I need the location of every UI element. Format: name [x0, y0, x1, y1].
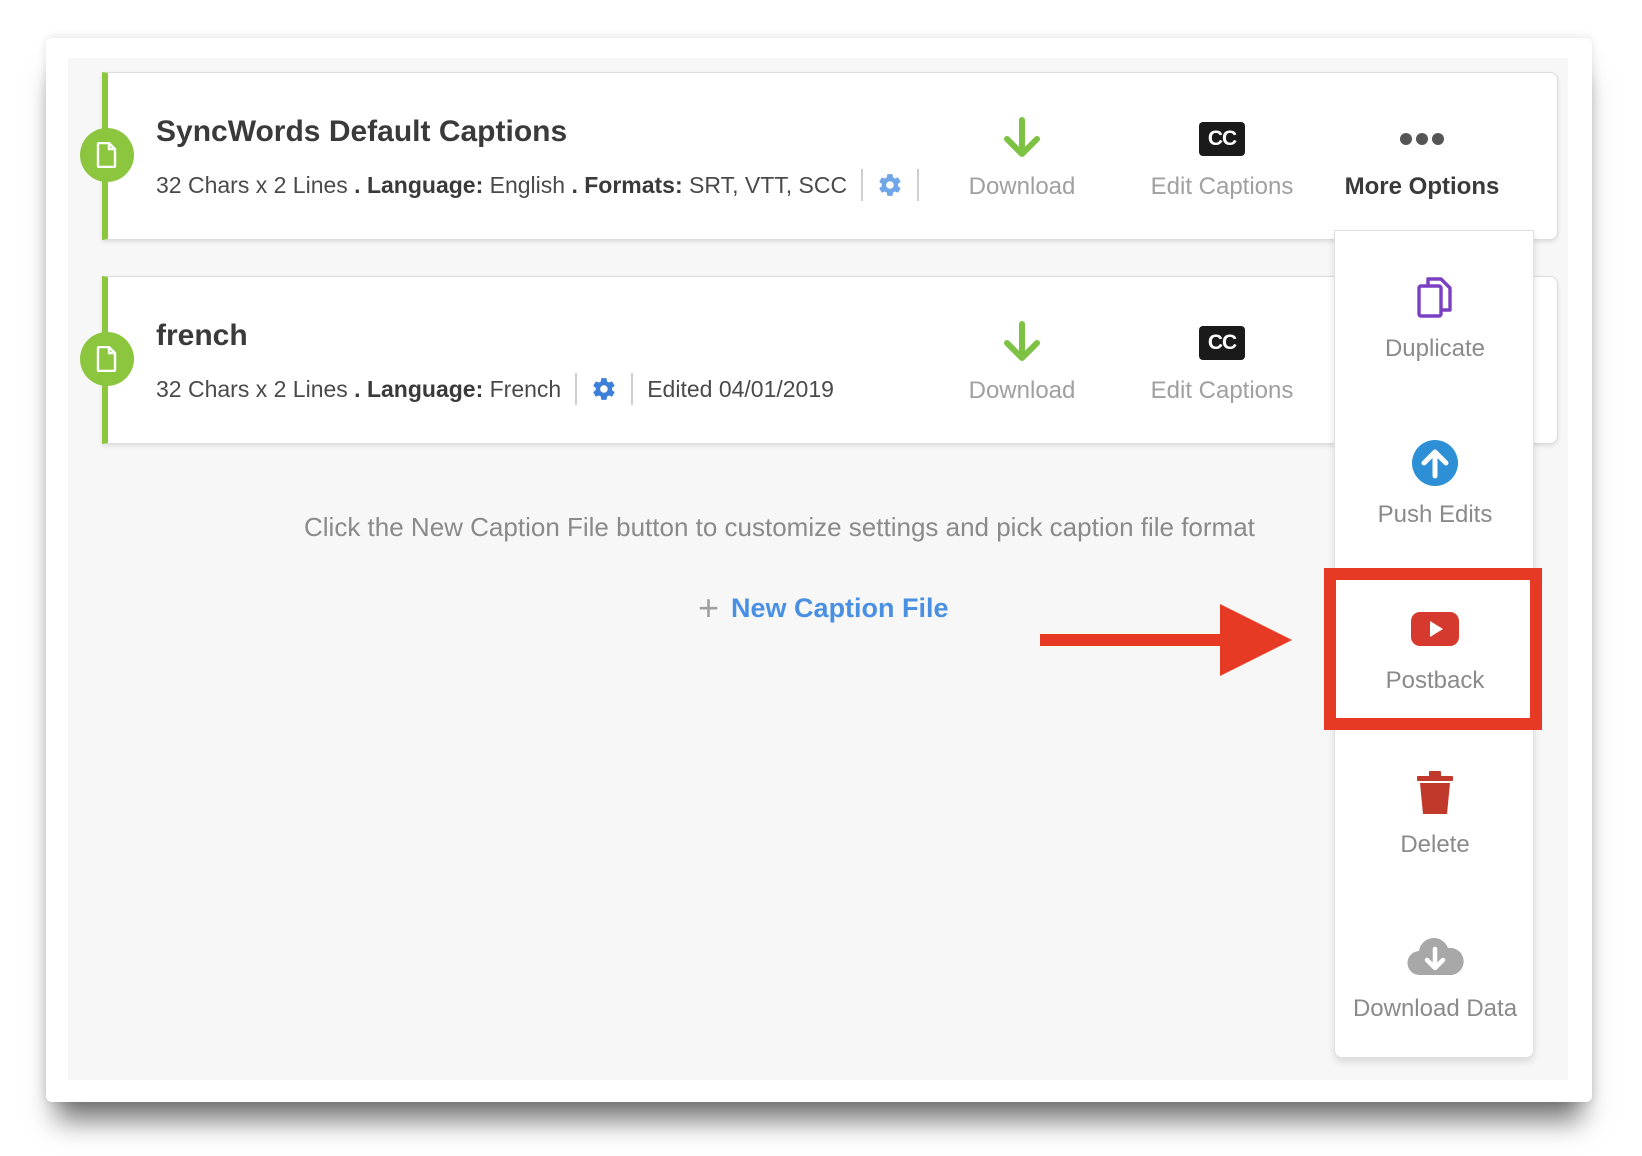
plus-icon: + — [698, 587, 720, 628]
edit-captions-label: Edit Captions — [1150, 377, 1294, 404]
separator-dot: . — [347, 375, 367, 402]
divider — [631, 373, 634, 405]
gear-icon[interactable] — [591, 376, 617, 402]
download-arrow-icon — [922, 313, 1122, 373]
download-data-label: Download Data — [1352, 995, 1518, 1022]
chars-info: 32 Chars x 2 Lines — [156, 375, 348, 402]
divider — [861, 169, 864, 201]
duplicate-icon — [1335, 267, 1535, 327]
language-value: French — [489, 375, 562, 402]
formats-value: SRT, VTT, SCC — [689, 171, 848, 198]
more-options-label: More Options — [1344, 173, 1500, 200]
caption-card: SyncWords Default Captions 32 Chars x 2 … — [80, 72, 1558, 240]
download-label: Download — [968, 173, 1076, 200]
hint-text: Click the New Caption File button to cus… — [304, 512, 1255, 542]
duplicate-label: Duplicate — [1384, 335, 1486, 362]
caption-title: french — [156, 319, 248, 352]
download-button[interactable]: Download — [922, 313, 1122, 405]
menu-item-duplicate[interactable]: Duplicate — [1335, 267, 1535, 363]
new-caption-file-label: New Caption File — [731, 592, 949, 623]
menu-item-push-edits[interactable]: Push Edits — [1335, 433, 1535, 529]
youtube-icon — [1335, 599, 1535, 659]
edit-captions-button[interactable]: CC Edit Captions — [1122, 313, 1322, 405]
gear-icon[interactable] — [877, 172, 903, 198]
file-icon — [80, 332, 134, 386]
language-label: Language: — [366, 375, 484, 402]
edit-captions-button[interactable]: CC Edit Captions — [1122, 109, 1322, 201]
cc-icon: CC — [1199, 122, 1245, 156]
chars-info: 32 Chars x 2 Lines — [156, 171, 348, 198]
edited-date: Edited 04/01/2019 — [647, 375, 834, 402]
language-label: Language: — [366, 171, 484, 198]
menu-item-postback[interactable]: Postback — [1335, 599, 1535, 695]
more-options-menu: Duplicate Push Edits Postback Delete Dow… — [1334, 230, 1534, 1058]
annotation-arrow — [1040, 604, 1292, 676]
caption-meta: 32 Chars x 2 Lines . Language: French Ed… — [156, 373, 834, 405]
caption-meta: 32 Chars x 2 Lines . Language: English .… — [156, 169, 933, 201]
download-button[interactable]: Download — [922, 109, 1122, 201]
separator-dot: . — [565, 171, 585, 198]
postback-label: Postback — [1385, 667, 1485, 694]
separator-dot: . — [347, 171, 367, 198]
edit-captions-label: Edit Captions — [1150, 173, 1294, 200]
more-options-button[interactable]: More Options — [1322, 109, 1522, 201]
formats-label: Formats: — [584, 171, 683, 198]
language-value: English — [489, 171, 566, 198]
delete-label: Delete — [1400, 831, 1470, 858]
caption-title: SyncWords Default Captions — [156, 115, 568, 148]
divider — [917, 169, 920, 201]
menu-item-download-data[interactable]: Download Data — [1335, 927, 1535, 1023]
menu-item-delete[interactable]: Delete — [1335, 763, 1535, 859]
trash-icon — [1335, 763, 1535, 823]
divider — [575, 373, 578, 405]
ellipsis-icon — [1322, 109, 1522, 169]
cc-icon: CC — [1199, 326, 1245, 360]
cloud-download-icon — [1335, 927, 1535, 987]
upload-arrow-icon — [1335, 433, 1535, 493]
push-edits-label: Push Edits — [1377, 501, 1493, 528]
new-caption-file-button[interactable]: + New Caption File — [698, 590, 949, 626]
download-arrow-icon — [922, 109, 1122, 169]
download-label: Download — [968, 377, 1076, 404]
file-icon — [80, 128, 134, 182]
